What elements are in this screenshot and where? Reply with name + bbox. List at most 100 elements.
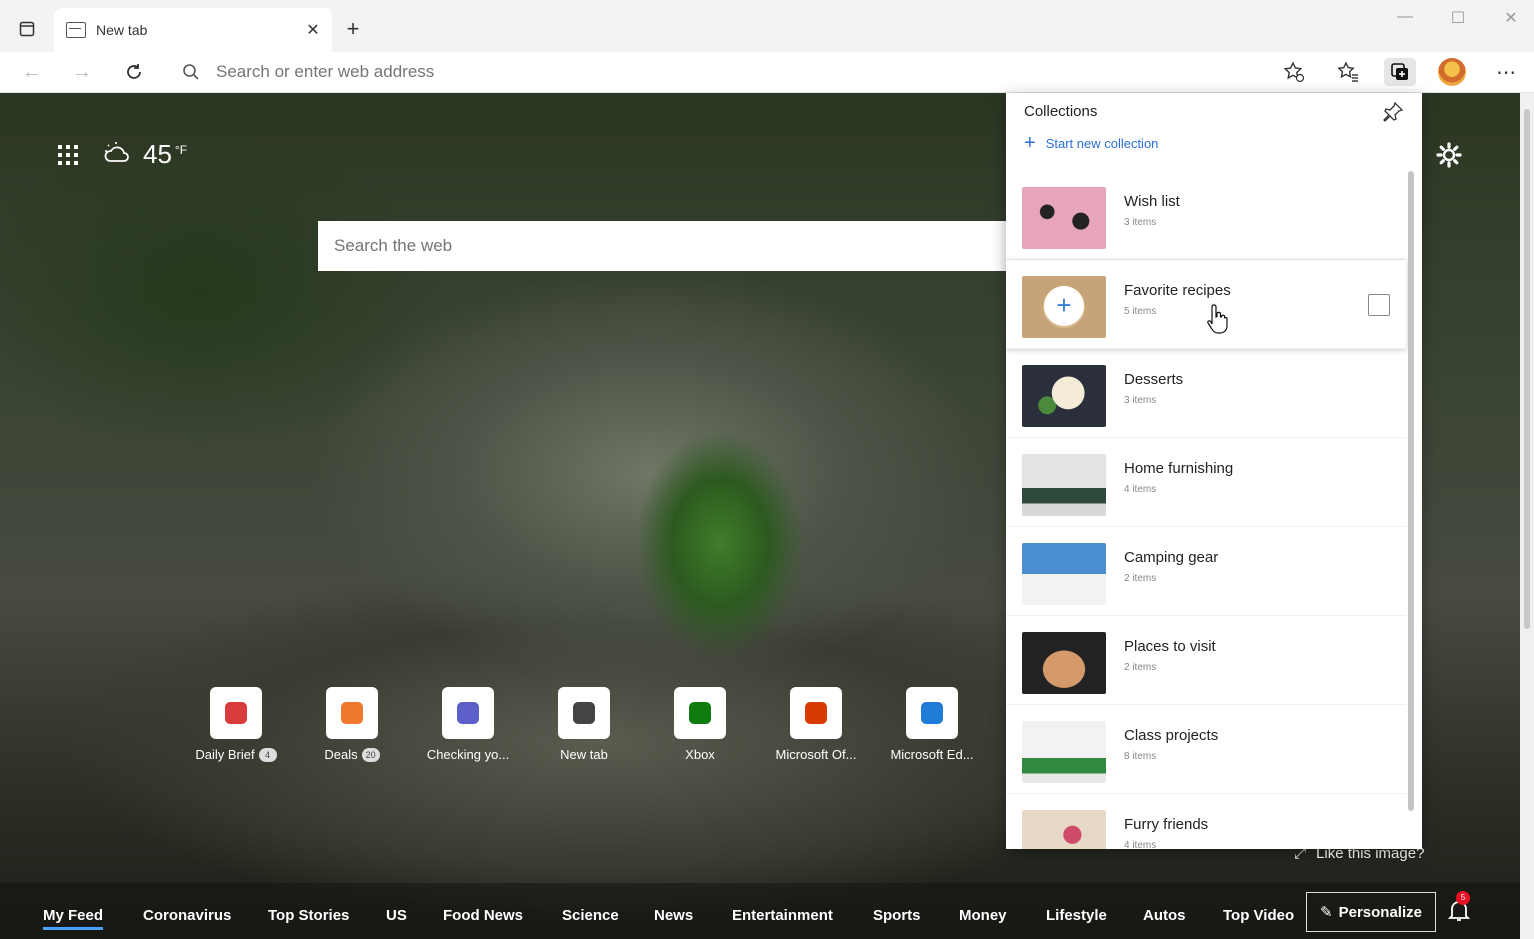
scrollbar-thumb[interactable]: [1524, 109, 1530, 629]
quick-link-tile[interactable]: Deals 20: [294, 687, 410, 762]
collection-name: Desserts: [1124, 371, 1184, 388]
quick-link-label: New tab: [560, 747, 608, 762]
collections-panel: Collections + Start new collection Wish …: [1006, 93, 1422, 849]
collection-item[interactable]: Home furnishing 4 items: [1006, 438, 1406, 527]
quick-link-label: Checking yo...: [427, 747, 509, 762]
collection-item[interactable]: Desserts 3 items: [1006, 349, 1406, 438]
close-tab-icon[interactable]: ✕: [302, 20, 324, 40]
pencil-icon: ✎: [1320, 904, 1333, 921]
quick-link-tile[interactable]: Microsoft Of...: [758, 687, 874, 762]
quick-link-tile[interactable]: Microsoft Ed...: [874, 687, 990, 762]
newtab-icon: [558, 687, 610, 739]
minimize-button[interactable]: —: [1390, 8, 1420, 26]
quick-link-text: Xbox: [685, 747, 715, 762]
collection-thumbnail: [1022, 810, 1106, 849]
feed-tab[interactable]: Entertainment: [732, 907, 833, 924]
quick-link-badge: 20: [361, 747, 380, 762]
feed-tab[interactable]: Coronavirus: [143, 907, 231, 924]
collection-count: 8 items: [1124, 751, 1157, 762]
tag-icon: [326, 687, 378, 739]
quick-link-text: Deals: [324, 747, 358, 762]
web-search-box[interactable]: [318, 221, 1018, 271]
refresh-button[interactable]: [120, 58, 148, 86]
collection-item[interactable]: Wish list 3 items: [1006, 171, 1406, 260]
collection-item[interactable]: Furry friends 4 items: [1006, 794, 1406, 849]
feed-tab[interactable]: My Feed: [43, 907, 104, 930]
address-bar[interactable]: [170, 56, 1260, 88]
edge-icon: [906, 687, 958, 739]
quick-link-badge: 4: [258, 747, 277, 762]
settings-more-button[interactable]: ⋯: [1490, 58, 1522, 86]
page-scrollbar[interactable]: [1520, 93, 1534, 939]
collection-thumbnail: [1022, 187, 1106, 249]
feed-tab[interactable]: Money: [959, 907, 1007, 924]
tab-new-tab[interactable]: New tab ✕: [54, 8, 332, 52]
gear-icon[interactable]: [1434, 140, 1464, 170]
web-search-input[interactable]: [332, 235, 996, 257]
new-tab-button[interactable]: +: [340, 16, 366, 42]
collection-name: Wish list: [1124, 193, 1180, 210]
close-window-button[interactable]: ✕: [1496, 8, 1526, 28]
collection-item[interactable]: Camping gear 2 items: [1006, 527, 1406, 616]
favorites-button[interactable]: [1332, 58, 1364, 86]
tab-actions-button[interactable]: [14, 16, 40, 42]
toolbar: ← → ⋯: [0, 52, 1534, 93]
add-to-collection-icon[interactable]: +: [1044, 286, 1084, 326]
quick-link-label: Daily Brief 4: [195, 747, 277, 762]
pin-icon[interactable]: [1382, 101, 1404, 123]
feed-tab[interactable]: Lifestyle: [1046, 907, 1107, 924]
collection-name: Favorite recipes: [1124, 282, 1231, 299]
quick-link-tile[interactable]: Daily Brief 4: [178, 687, 294, 762]
back-button[interactable]: ←: [18, 58, 46, 86]
feed-tab[interactable]: US: [386, 907, 407, 924]
profile-avatar[interactable]: [1438, 58, 1466, 86]
app-launcher-icon[interactable]: [58, 145, 78, 165]
news-icon: [210, 687, 262, 739]
address-input[interactable]: [214, 61, 1118, 83]
feed-tab[interactable]: Top Stories: [268, 907, 349, 924]
quick-link-text: Microsoft Of...: [775, 747, 857, 762]
tab-actions-icon: [19, 21, 35, 37]
collection-checkbox[interactable]: [1368, 294, 1390, 316]
personalize-button[interactable]: ✎ Personalize: [1306, 892, 1436, 932]
collection-thumbnail: [1022, 543, 1106, 605]
xbox-icon: [674, 687, 726, 739]
collection-count: 2 items: [1124, 662, 1157, 673]
quick-link-text: Checking yo...: [426, 747, 510, 762]
collection-thumbnail: +: [1022, 276, 1106, 338]
collection-item[interactable]: Class projects 8 items: [1006, 705, 1406, 794]
panel-scrollbar-thumb[interactable]: [1408, 171, 1414, 811]
star-add-icon: [1283, 61, 1305, 83]
feed-tab[interactable]: Top Video: [1223, 907, 1294, 924]
feed-tab[interactable]: Food News: [443, 907, 523, 924]
feed-tab[interactable]: News: [654, 907, 693, 924]
collection-count: 2 items: [1124, 573, 1157, 584]
notification-badge: 5: [1456, 891, 1470, 905]
feed-tab[interactable]: Autos: [1143, 907, 1186, 924]
quick-link-tile[interactable]: Xbox: [642, 687, 758, 762]
teams-icon: [442, 687, 494, 739]
temperature-unit: °F: [174, 143, 188, 157]
collection-item[interactable]: Places to visit 2 items: [1006, 616, 1406, 705]
collections-title: Collections: [1024, 103, 1098, 120]
temperature[interactable]: 45 °F: [143, 139, 187, 170]
quick-link-label: Microsoft Ed...: [890, 747, 973, 762]
quick-link-text: Daily Brief: [195, 747, 255, 762]
collection-thumbnail: [1022, 365, 1106, 427]
office-icon: [790, 687, 842, 739]
newtab-favicon-icon: [66, 22, 86, 38]
quick-link-tile[interactable]: New tab: [526, 687, 642, 762]
refresh-icon: [127, 64, 141, 79]
forward-button[interactable]: →: [68, 58, 96, 86]
collections-button[interactable]: [1384, 58, 1416, 86]
plus-icon: +: [1024, 132, 1036, 154]
feed-tab[interactable]: Sports: [873, 907, 921, 924]
maximize-button[interactable]: ☐: [1443, 8, 1473, 28]
collection-count: 5 items: [1124, 306, 1157, 317]
feed-tab[interactable]: Science: [562, 907, 619, 924]
start-new-collection-button[interactable]: + Start new collection: [1024, 132, 1158, 154]
add-favorite-button[interactable]: [1278, 58, 1310, 86]
tab-bar: New tab ✕ + — ☐ ✕: [0, 0, 1534, 52]
collection-name: Home furnishing: [1124, 460, 1234, 477]
quick-link-tile[interactable]: Checking yo...: [410, 687, 526, 762]
